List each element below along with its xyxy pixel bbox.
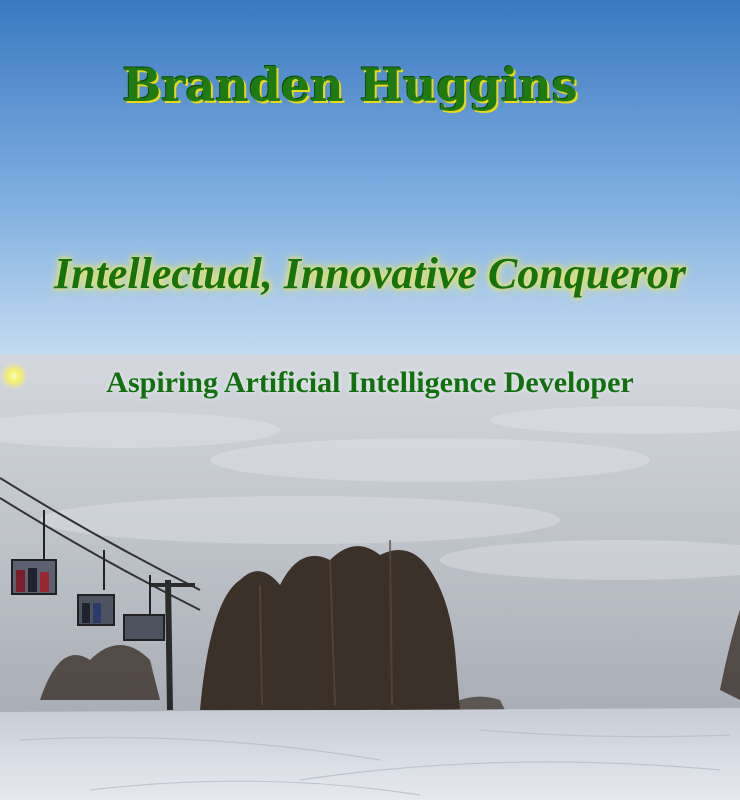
- sky: [0, 0, 740, 360]
- background-scene: [0, 0, 740, 800]
- tagline: Aspiring Artificial Intelligence Develop…: [106, 366, 634, 399]
- snow-slope: [0, 708, 740, 800]
- page-title: Branden Huggins: [122, 58, 578, 112]
- motto: Intellectual, Innovative Conqueror: [54, 249, 686, 298]
